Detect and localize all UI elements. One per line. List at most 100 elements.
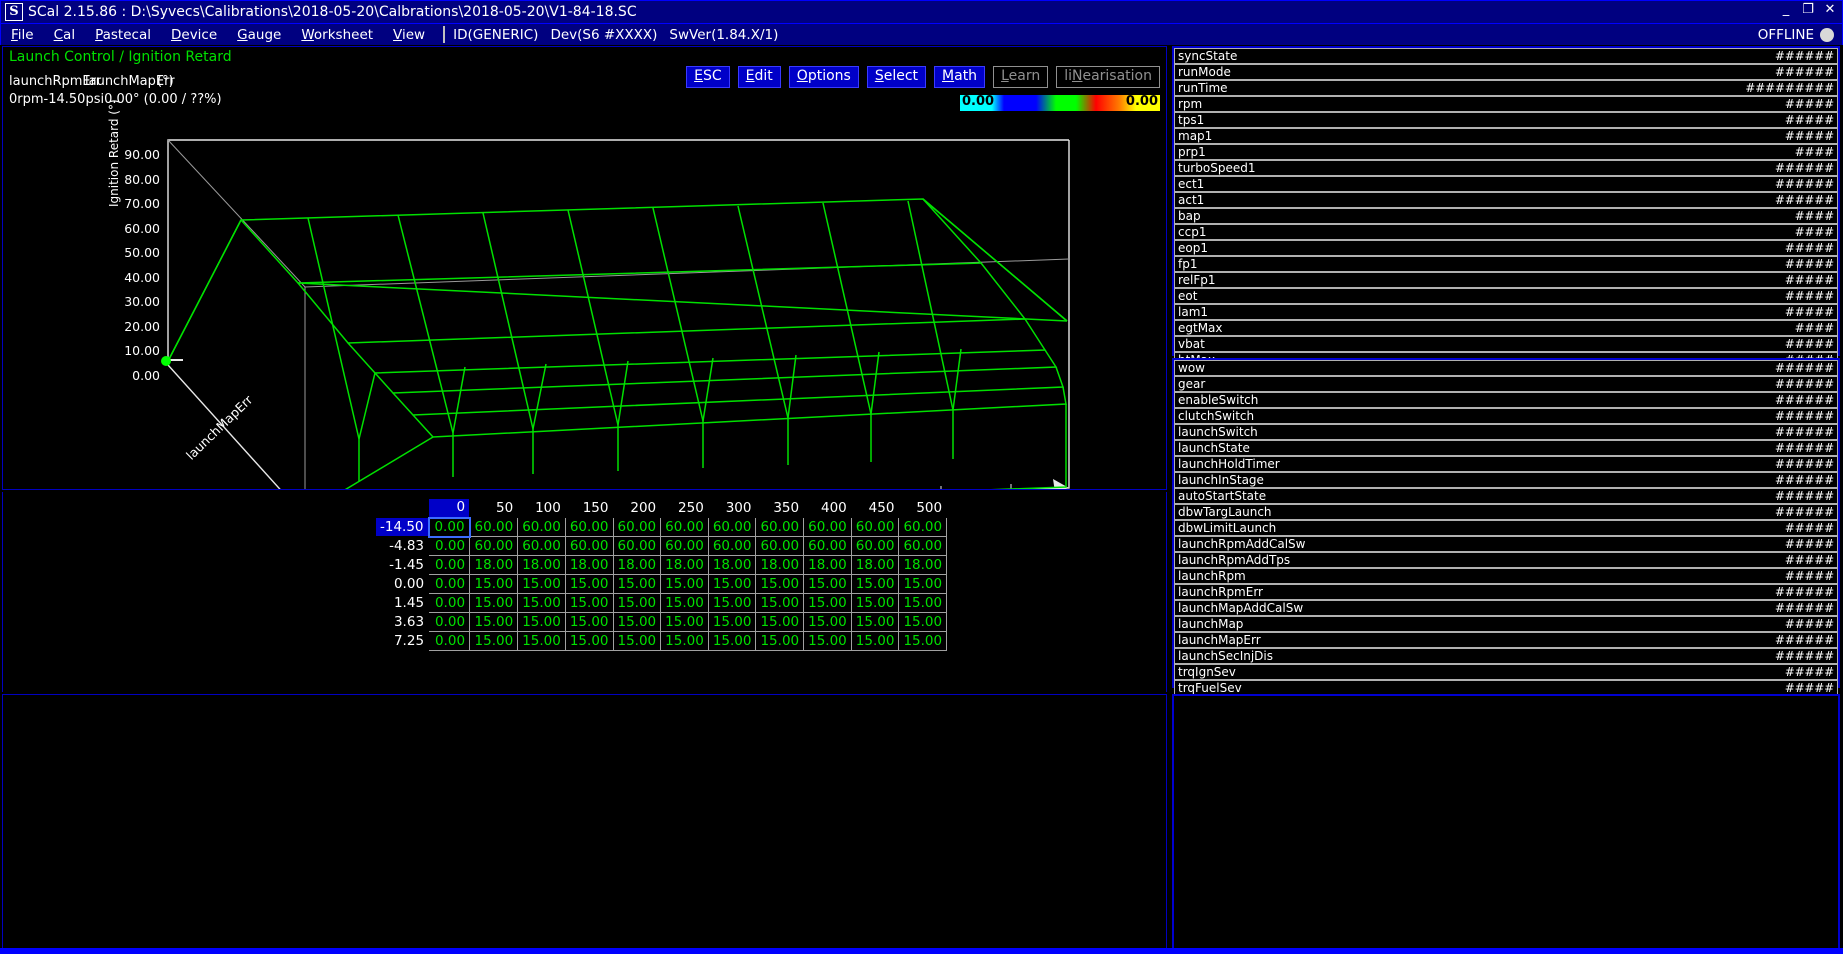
menu-item-view[interactable]: View (383, 27, 435, 43)
variable-row[interactable]: relFp1##### (1174, 272, 1838, 288)
close-icon[interactable]: ✕ (1822, 3, 1838, 19)
variable-row[interactable]: lam1##### (1174, 304, 1838, 320)
table-cell[interactable]: 60.00 (613, 537, 661, 556)
table-column-header[interactable]: 450 (851, 499, 899, 518)
variable-row[interactable]: dbwTargLaunch###### (1174, 504, 1838, 520)
table-cell[interactable]: 15.00 (851, 613, 899, 632)
table-row[interactable]: 1.450.0015.0015.0015.0015.0015.0015.0015… (376, 594, 947, 613)
table-cell[interactable]: 15.00 (899, 613, 947, 632)
table-cell[interactable]: 60.00 (804, 518, 852, 537)
table-cell[interactable]: 60.00 (756, 518, 804, 537)
variable-row[interactable]: launchInStage###### (1174, 472, 1838, 488)
variable-row[interactable]: launchState###### (1174, 440, 1838, 456)
table-column-header[interactable]: 0 (429, 499, 470, 518)
variable-row[interactable]: clutchSwitch###### (1174, 408, 1838, 424)
table-cell[interactable]: 15.00 (661, 594, 709, 613)
table-cell[interactable]: 0.00 (429, 594, 470, 613)
table-cell[interactable]: 60.00 (565, 518, 613, 537)
variable-row[interactable]: ect1###### (1174, 176, 1838, 192)
variable-row[interactable]: enableSwitch###### (1174, 392, 1838, 408)
table-row-header[interactable]: -4.83 (376, 537, 429, 556)
table-column-header[interactable]: 500 (899, 499, 947, 518)
table-cell[interactable]: 60.00 (804, 537, 852, 556)
variable-row[interactable]: ccp1#### (1174, 224, 1838, 240)
table-cell[interactable]: 60.00 (708, 518, 756, 537)
table-cell[interactable]: 15.00 (470, 594, 518, 613)
variable-panel-launch[interactable]: wow######gear######enableSwitch######clu… (1172, 358, 1840, 688)
table-column-header[interactable]: 400 (804, 499, 852, 518)
table-cell[interactable]: 60.00 (661, 518, 709, 537)
table-cell[interactable]: 15.00 (565, 575, 613, 594)
table-cell[interactable]: 15.00 (756, 613, 804, 632)
table-cell[interactable]: 15.00 (518, 613, 566, 632)
variable-row[interactable]: egtMax#### (1174, 320, 1838, 336)
table-cell[interactable]: 60.00 (470, 537, 518, 556)
variable-row[interactable]: autoStartState###### (1174, 488, 1838, 504)
menu-item-gauge[interactable]: Gauge (227, 27, 291, 43)
variable-row[interactable]: launchRpm##### (1174, 568, 1838, 584)
table-cell[interactable]: 15.00 (661, 632, 709, 651)
minimize-icon[interactable]: _ (1778, 3, 1794, 19)
table-cell[interactable]: 15.00 (899, 575, 947, 594)
variable-row[interactable]: launchHoldTimer###### (1174, 456, 1838, 472)
table-cell[interactable]: 18.00 (470, 556, 518, 575)
table-row-header[interactable]: -14.50 (376, 518, 429, 537)
table-cell[interactable]: 15.00 (756, 575, 804, 594)
variable-row[interactable]: launchMapAddCalSw###### (1174, 600, 1838, 616)
table-column-header[interactable]: 250 (661, 499, 709, 518)
variable-row[interactable]: tps1##### (1174, 112, 1838, 128)
table-cell[interactable]: 15.00 (565, 594, 613, 613)
table-column-header[interactable]: 200 (613, 499, 661, 518)
variable-row[interactable]: turboSpeed1###### (1174, 160, 1838, 176)
table-column-header[interactable]: 350 (756, 499, 804, 518)
table-cell[interactable]: 0.00 (429, 556, 470, 575)
table-cell[interactable]: 15.00 (613, 575, 661, 594)
variable-row[interactable]: fp1##### (1174, 256, 1838, 272)
table-cell[interactable]: 15.00 (756, 632, 804, 651)
table-cell[interactable]: 15.00 (804, 594, 852, 613)
variable-row[interactable]: launchRpmAddCalSw##### (1174, 536, 1838, 552)
variable-row[interactable]: runTime######### (1174, 80, 1838, 96)
variable-row[interactable]: map1##### (1174, 128, 1838, 144)
table-cell[interactable]: 18.00 (756, 556, 804, 575)
gauge-panel-right[interactable] (1172, 694, 1840, 952)
table-cell[interactable]: 15.00 (518, 632, 566, 651)
table-cell[interactable]: 15.00 (804, 575, 852, 594)
table-cell[interactable]: 60.00 (565, 537, 613, 556)
table-cell[interactable]: 15.00 (518, 594, 566, 613)
table-cell[interactable]: 60.00 (851, 537, 899, 556)
table-row[interactable]: -4.830.0060.0060.0060.0060.0060.0060.006… (376, 537, 947, 556)
table-cell[interactable]: 18.00 (851, 556, 899, 575)
table-row[interactable]: 7.250.0015.0015.0015.0015.0015.0015.0015… (376, 632, 947, 651)
table-cell[interactable]: 15.00 (708, 594, 756, 613)
table-cell[interactable]: 15.00 (851, 632, 899, 651)
table-cell[interactable]: 0.00 (429, 613, 470, 632)
table-cell[interactable]: 15.00 (756, 594, 804, 613)
table-cell[interactable]: 18.00 (899, 556, 947, 575)
calibration-table[interactable]: 050100150200250300350400450500-14.500.00… (375, 498, 947, 651)
table-row-header[interactable]: 3.63 (376, 613, 429, 632)
table-column-header[interactable]: 300 (708, 499, 756, 518)
table-cell[interactable]: 60.00 (470, 518, 518, 537)
variable-row[interactable]: bap#### (1174, 208, 1838, 224)
table-cell[interactable]: 18.00 (661, 556, 709, 575)
menu-item-file[interactable]: File (1, 27, 44, 43)
table-cell[interactable]: 60.00 (708, 537, 756, 556)
table-cell[interactable]: 0.00 (429, 575, 470, 594)
table-cell[interactable]: 60.00 (518, 537, 566, 556)
table-cell[interactable]: 15.00 (565, 632, 613, 651)
table-row-header[interactable]: 0.00 (376, 575, 429, 594)
table-row-header[interactable]: -1.45 (376, 556, 429, 575)
table-cell[interactable]: 60.00 (661, 537, 709, 556)
table-cell[interactable]: 15.00 (899, 632, 947, 651)
variable-row[interactable]: eop1##### (1174, 240, 1838, 256)
variable-row[interactable]: gear###### (1174, 376, 1838, 392)
cursor-marker[interactable] (161, 356, 171, 366)
maximize-icon[interactable]: ❐ (1800, 3, 1816, 19)
table-cell[interactable]: 15.00 (613, 613, 661, 632)
table-cell[interactable]: 15.00 (851, 575, 899, 594)
table-cell[interactable]: 15.00 (708, 575, 756, 594)
table-row[interactable]: -1.450.0018.0018.0018.0018.0018.0018.001… (376, 556, 947, 575)
table-cell[interactable]: 0.00 (429, 537, 470, 556)
table-cell[interactable]: 18.00 (518, 556, 566, 575)
